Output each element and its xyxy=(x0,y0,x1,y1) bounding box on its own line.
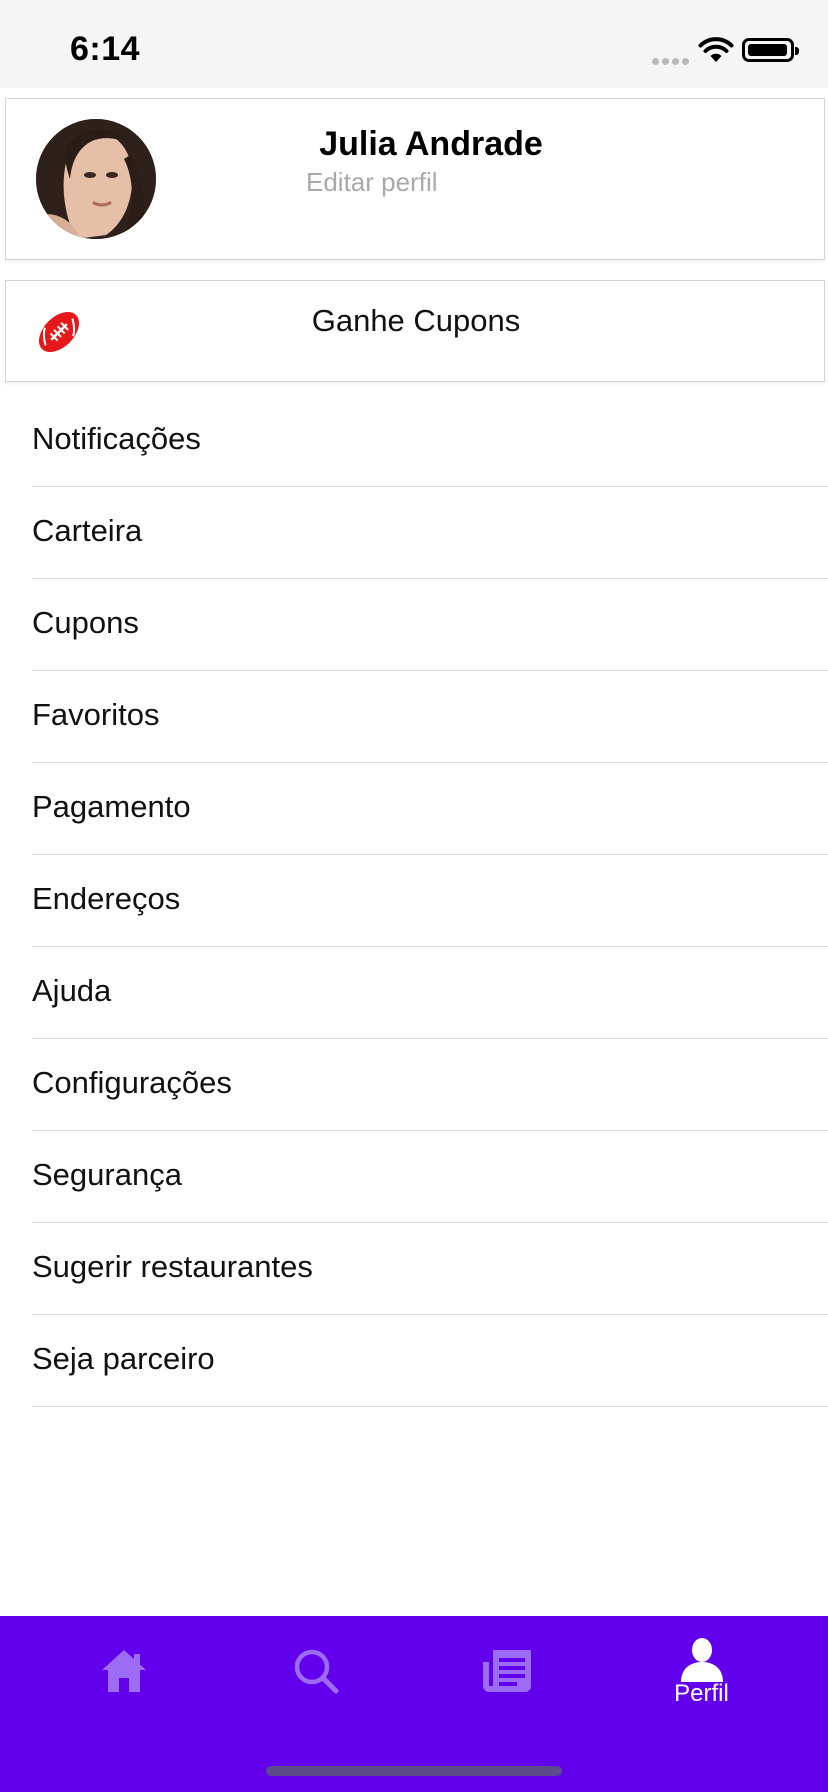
menu-item-become-partner[interactable]: Seja parceiro xyxy=(32,1315,828,1407)
tab-profile-label: Perfil xyxy=(674,1680,729,1707)
search-icon xyxy=(294,1649,338,1694)
status-time: 6:14 xyxy=(70,30,141,68)
battery-icon xyxy=(742,38,799,62)
wifi-icon xyxy=(698,37,734,62)
cellular-signal-icon xyxy=(652,52,692,65)
menu-item-security[interactable]: Segurança xyxy=(32,1131,828,1223)
profile-name: Julia Andrade xyxy=(319,125,543,163)
status-bar: 6:14 xyxy=(0,0,828,88)
menu-item-label: Segurança xyxy=(32,1157,182,1192)
menu-item-label: Sugerir restaurantes xyxy=(32,1249,313,1284)
menu-item-notifications[interactable]: Notificações xyxy=(32,395,828,487)
menu-item-label: Ajuda xyxy=(32,973,112,1008)
menu-item-label: Endereços xyxy=(32,881,181,916)
menu-item-label: Favoritos xyxy=(32,697,160,732)
menu-item-wallet[interactable]: Carteira xyxy=(32,487,828,579)
tab-orders[interactable] xyxy=(404,1616,611,1746)
menu-item-label: Pagamento xyxy=(32,789,191,824)
menu-item-label: Notificações xyxy=(32,421,201,456)
tab-home[interactable] xyxy=(20,1616,227,1746)
profile-screen: 6:14 Julia Andrade Editar perfil Ganhe C… xyxy=(0,0,828,1792)
menu-item-label: Cupons xyxy=(32,605,139,640)
menu-item-payment[interactable]: Pagamento xyxy=(32,763,828,855)
menu-item-label: Configurações xyxy=(32,1065,232,1100)
menu-item-addresses[interactable]: Endereços xyxy=(32,855,828,947)
tab-profile[interactable]: Perfil xyxy=(598,1616,805,1746)
menu-item-label: Carteira xyxy=(32,513,143,548)
profile-menu-list: Notificações Carteira Cupons Favoritos P… xyxy=(0,395,828,1407)
earn-coupons-card[interactable]: Ganhe Cupons xyxy=(5,280,825,382)
menu-item-settings[interactable]: Configurações xyxy=(32,1039,828,1131)
orders-icon xyxy=(482,1650,531,1692)
home-indicator xyxy=(266,1766,562,1776)
menu-item-coupons[interactable]: Cupons xyxy=(32,579,828,671)
menu-item-label: Seja parceiro xyxy=(32,1341,215,1376)
menu-item-suggest-restaurants[interactable]: Sugerir restaurantes xyxy=(32,1223,828,1315)
home-icon xyxy=(101,1650,146,1692)
earn-coupons-label: Ganhe Cupons xyxy=(311,303,521,338)
edit-profile-link[interactable]: Editar perfil xyxy=(306,167,438,198)
tab-search[interactable] xyxy=(212,1616,419,1746)
profile-icon xyxy=(680,1638,723,1682)
profile-card[interactable]: Julia Andrade Editar perfil xyxy=(5,98,825,260)
menu-item-help[interactable]: Ajuda xyxy=(32,947,828,1039)
menu-item-favorites[interactable]: Favoritos xyxy=(32,671,828,763)
